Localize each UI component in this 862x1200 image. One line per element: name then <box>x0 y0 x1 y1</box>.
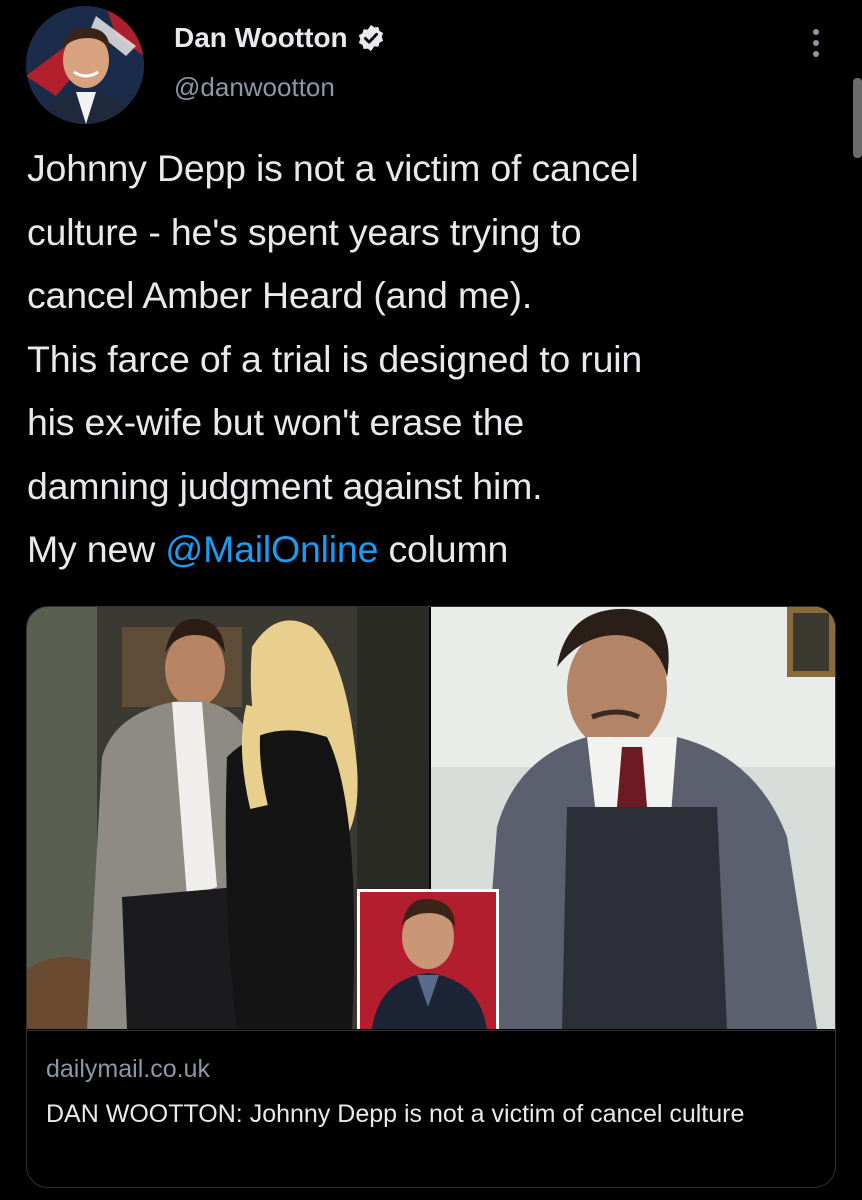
mention-link[interactable]: @MailOnline <box>165 528 378 570</box>
verified-badge-icon <box>358 24 383 52</box>
avatar-image <box>26 6 144 124</box>
tweet-line: Johnny Depp is not a victim of cancel <box>27 147 639 189</box>
display-name[interactable]: Dan Wootton <box>174 22 348 54</box>
tweet-text: Johnny Depp is not a victim of cancel cu… <box>27 137 847 582</box>
tweet-text-prefix: My new <box>27 528 166 570</box>
tweet-line: culture - he's spent years trying to <box>27 210 582 253</box>
card-title[interactable]: DAN WOOTTON: Johnny Depp is not a victim… <box>46 1093 806 1136</box>
author-handle[interactable]: @danwootton <box>174 72 335 103</box>
tweet-line: damning judgment against him. <box>27 464 543 507</box>
card-meta: dailymail.co.uk DAN WOOTTON: Johnny Depp… <box>27 1030 835 1187</box>
more-options-icon[interactable] <box>806 26 826 60</box>
scrollbar-thumb[interactable] <box>853 78 862 158</box>
tweet-line-last: My new @MailOnline column <box>27 518 847 582</box>
tweet-line: cancel Amber Heard (and me). <box>27 274 533 316</box>
author-name-row[interactable]: Dan Wootton <box>174 22 386 54</box>
tweet-line: This farce of a trial is designed to rui… <box>27 337 643 380</box>
tweet-text-suffix: column <box>378 528 509 570</box>
author-avatar[interactable] <box>26 6 144 124</box>
card-domain: dailymail.co.uk <box>46 1055 210 1083</box>
link-preview-card[interactable]: dailymail.co.uk DAN WOOTTON: Johnny Depp… <box>26 606 836 1188</box>
tweet-line: his ex-wife but won't erase the <box>27 401 525 443</box>
card-image <box>27 607 835 1029</box>
